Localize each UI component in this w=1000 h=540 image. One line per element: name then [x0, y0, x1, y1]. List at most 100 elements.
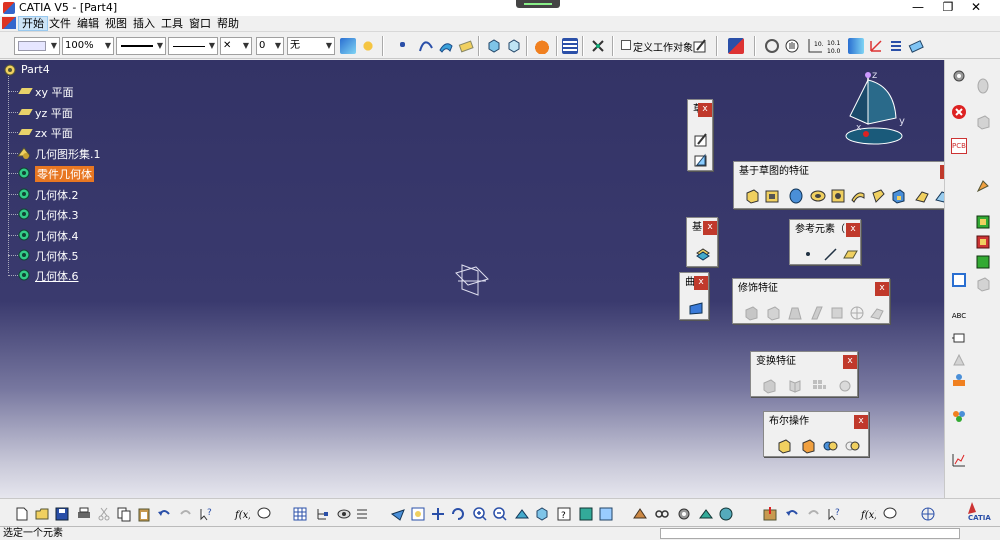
palette-close-button[interactable]: x — [703, 221, 717, 235]
menu-edit[interactable]: 编辑 — [74, 16, 102, 31]
painter-icon[interactable] — [340, 38, 356, 54]
material-icon[interactable] — [632, 506, 648, 522]
formula-bottom-icon[interactable]: f(x) — [860, 506, 876, 522]
shell-icon[interactable] — [809, 305, 825, 321]
slot-icon[interactable] — [870, 188, 886, 204]
menu-window[interactable]: 窗口 — [186, 16, 214, 31]
remove-icon[interactable] — [822, 438, 838, 454]
loft-icon[interactable] — [914, 188, 930, 204]
import-icon[interactable] — [762, 506, 778, 522]
define-work-object-checkbox[interactable] — [621, 40, 631, 50]
save-icon[interactable] — [54, 506, 70, 522]
eraser-icon[interactable] — [908, 38, 924, 54]
dimension2-icon[interactable]: 10.1 10.0 — [826, 37, 842, 55]
paste-icon[interactable] — [136, 506, 152, 522]
point-icon[interactable] — [400, 42, 405, 47]
spline-icon[interactable] — [418, 38, 434, 54]
red-box-icon[interactable] — [975, 234, 991, 250]
chamfer-icon[interactable] — [765, 305, 781, 321]
compass-bottom-icon[interactable] — [920, 506, 936, 522]
view-cube-icon[interactable] — [486, 38, 502, 54]
gear-icon[interactable] — [951, 68, 967, 84]
copy-icon[interactable] — [116, 506, 132, 522]
green-box-icon[interactable] — [975, 214, 991, 230]
comment-icon[interactable] — [256, 506, 272, 522]
cylinder-icon[interactable] — [848, 38, 864, 54]
minimize-button[interactable]: — — [904, 0, 932, 16]
fly-mode-icon[interactable] — [390, 506, 406, 522]
zoom-out-icon[interactable] — [492, 506, 508, 522]
menu-view[interactable]: 视图 — [102, 16, 130, 31]
pan-hand-icon[interactable] — [784, 38, 800, 54]
settings-gear-icon[interactable] — [676, 506, 692, 522]
removed-loft-icon[interactable] — [934, 188, 944, 204]
pad-icon[interactable] — [744, 188, 760, 204]
palette-close-button[interactable]: x — [875, 282, 889, 296]
group-icon[interactable] — [951, 408, 967, 424]
undo-bottom-icon[interactable] — [784, 506, 800, 522]
fit-all-icon[interactable] — [410, 506, 426, 522]
pcb-icon[interactable]: PCB — [951, 138, 967, 154]
render-style-icon[interactable]: ? — [556, 506, 572, 522]
menu-start[interactable]: 开始 — [18, 16, 48, 31]
compass-widget[interactable]: z y x — [836, 68, 916, 154]
palette-base[interactable]: 基... x — [686, 217, 718, 267]
draft-icon[interactable] — [787, 305, 803, 321]
redo-icon[interactable] — [178, 506, 194, 522]
close-button[interactable]: ✕ — [962, 0, 990, 16]
palette-boolean-operations[interactable]: 布尔操作 x — [763, 411, 869, 457]
point-type-combo[interactable]: ✕ ▼ — [220, 37, 252, 55]
3d-viewport[interactable]: Part4 xy 平面 yz 平面 zx 平面 几何图形集.1 零件几何体 几何… — [0, 60, 944, 498]
palette-surface-based[interactable]: 曲... x — [679, 272, 709, 320]
open-folder-icon[interactable] — [34, 506, 50, 522]
transparency-combo[interactable]: 100% ▼ — [62, 37, 114, 55]
groove-icon[interactable] — [810, 188, 826, 204]
view-cube2-icon[interactable] — [506, 38, 522, 54]
palette-close-button[interactable]: x — [843, 355, 857, 369]
rotate-icon[interactable] — [450, 506, 466, 522]
help-icon[interactable]: ? — [826, 506, 842, 522]
frame-icon[interactable] — [951, 272, 967, 288]
comment-bottom-icon[interactable] — [882, 506, 898, 522]
axis-system-glyph[interactable] — [452, 261, 492, 299]
normal-view-icon[interactable] — [514, 506, 530, 522]
measure-icon[interactable] — [590, 38, 606, 54]
print-icon[interactable] — [76, 506, 92, 522]
palette-sketcher[interactable]: 草 x — [687, 99, 713, 171]
list-icon[interactable] — [888, 38, 904, 54]
cylinder-feature-icon[interactable] — [975, 78, 991, 94]
green-box2-icon[interactable] — [975, 254, 991, 270]
tree-structure-icon[interactable] — [314, 506, 330, 522]
palette-reference-elements[interactable]: 参考元素（... x — [789, 219, 861, 265]
link-icon[interactable] — [654, 506, 670, 522]
macro-icon[interactable] — [718, 506, 734, 522]
swap-space-icon[interactable] — [598, 506, 614, 522]
hide-show-icon[interactable] — [336, 506, 352, 522]
iso-view-icon[interactable] — [534, 506, 550, 522]
axis-icon[interactable] — [868, 38, 884, 54]
stiffener-icon[interactable] — [890, 188, 906, 204]
grid-table-icon[interactable] — [292, 506, 308, 522]
shaft-icon[interactable] — [788, 188, 804, 204]
stop-icon[interactable] — [951, 104, 967, 120]
hole-icon[interactable] — [830, 188, 846, 204]
palette-close-button[interactable]: x — [846, 223, 860, 237]
solid-icon[interactable] — [975, 114, 991, 130]
palette-dress-up-features[interactable]: 修饰特征 x — [732, 278, 890, 324]
maximize-button[interactable]: ❐ — [934, 0, 962, 16]
layer-combo[interactable]: 无 ▼ — [287, 37, 335, 55]
ref-point-icon[interactable] — [800, 246, 816, 262]
cut-icon[interactable] — [96, 506, 112, 522]
remove-face-side-icon[interactable] — [975, 276, 991, 292]
label-icon[interactable] — [951, 330, 967, 346]
formula-icon[interactable]: f(x) — [234, 506, 250, 522]
translation-icon[interactable] — [761, 378, 777, 394]
color-combo[interactable]: ▼ — [14, 37, 60, 55]
palette-close-button[interactable]: x — [698, 103, 712, 117]
list-view-icon[interactable] — [354, 506, 370, 522]
refresh-icon[interactable] — [764, 38, 780, 54]
palette-transformation-features[interactable]: 变换特征 x — [750, 351, 858, 397]
new-file-icon[interactable] — [14, 506, 30, 522]
menu-help[interactable]: 帮助 — [214, 16, 242, 31]
line-type-combo[interactable]: ▼ — [168, 37, 218, 55]
